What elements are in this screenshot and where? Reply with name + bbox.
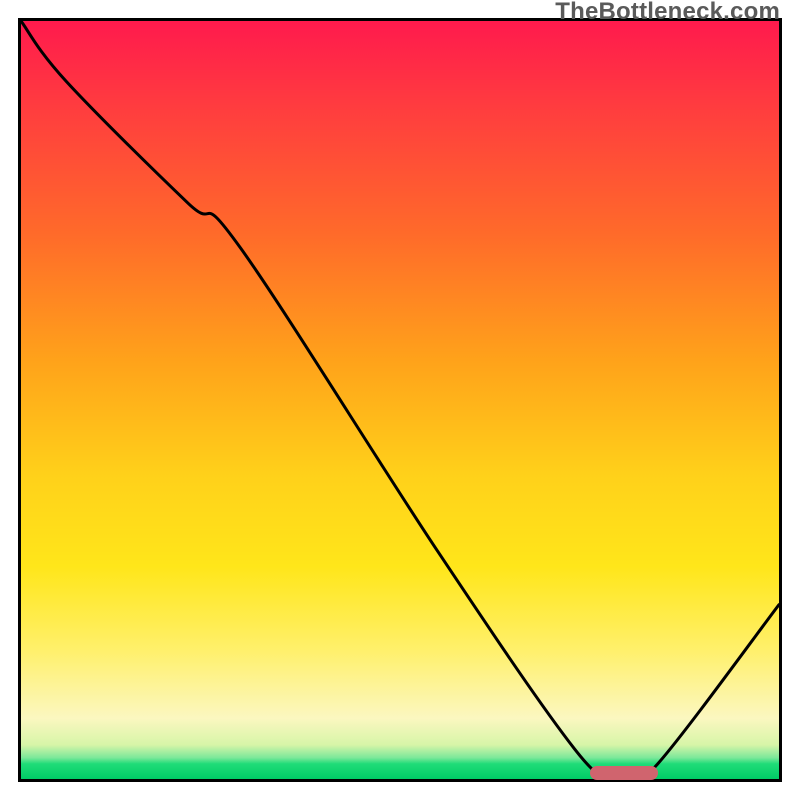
plot-area	[18, 18, 782, 782]
watermark-text: TheBottleneck.com	[555, 0, 780, 26]
curve-svg	[21, 21, 779, 779]
bottleneck-chart: TheBottleneck.com	[0, 0, 800, 800]
optimal-range-marker	[590, 766, 658, 780]
bottleneck-curve-path	[21, 21, 779, 779]
